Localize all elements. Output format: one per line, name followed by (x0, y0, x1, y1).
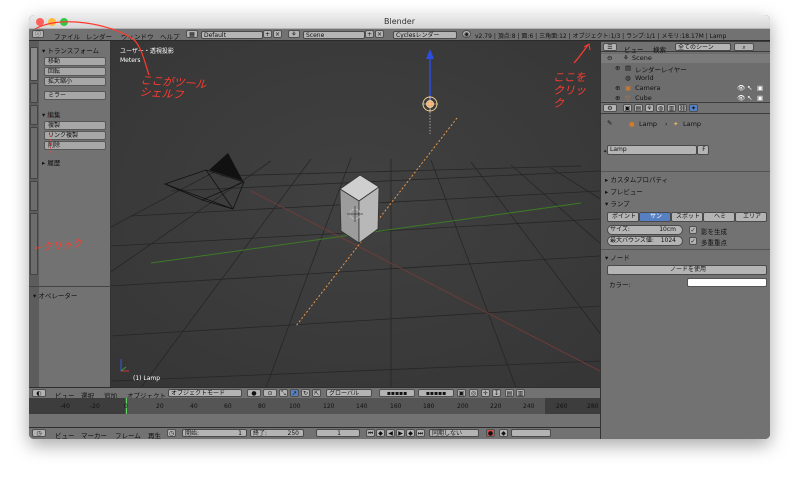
annotation-arrow-menu (34, 21, 150, 76)
blender-window: Blender ⓘ ファイル レンダー ウィンドウ ヘルプ ▦ Default … (29, 15, 770, 439)
annotation-tab-line (48, 114, 52, 156)
annotation-arrow-up (573, 44, 589, 64)
annotation-marks (34, 21, 591, 156)
